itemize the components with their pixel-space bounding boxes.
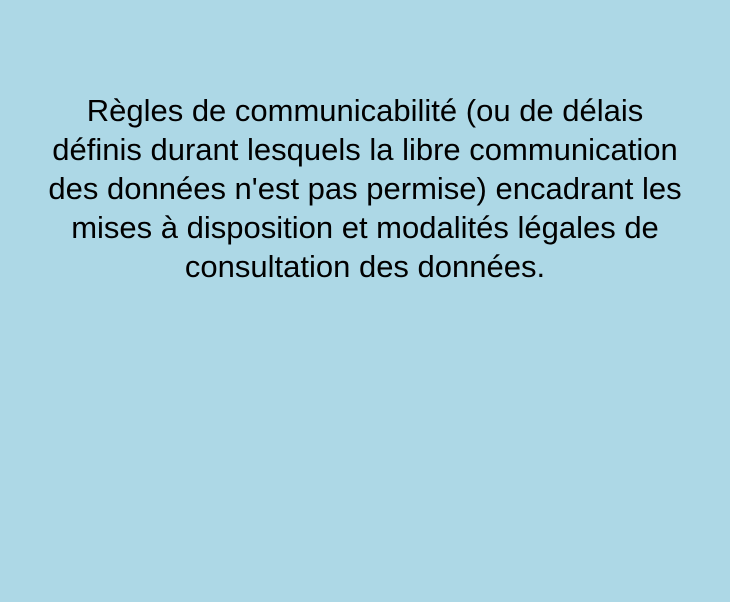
- text-card: Règles de communicabilité (ou de délais …: [0, 0, 730, 602]
- card-text: Règles de communicabilité (ou de délais …: [48, 93, 682, 284]
